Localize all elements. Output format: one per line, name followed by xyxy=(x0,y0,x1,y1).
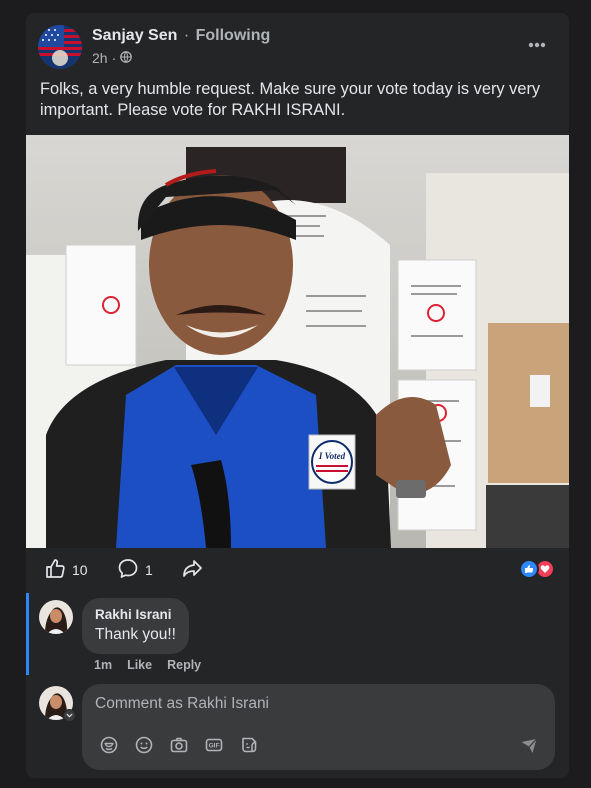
follow-status[interactable]: Following xyxy=(196,27,271,44)
avatar-sticker-icon[interactable] xyxy=(98,734,119,755)
camera-icon[interactable] xyxy=(168,734,189,755)
separator-dot: · xyxy=(111,50,117,66)
reaction-summary[interactable] xyxy=(519,559,555,579)
comment-text: Thank you!! xyxy=(95,626,176,643)
comment-highlight-bar xyxy=(26,593,29,675)
comment-meta: 1m Like Reply xyxy=(94,658,201,672)
sticker-icon[interactable] xyxy=(238,734,259,755)
like-count: 10 xyxy=(72,561,88,578)
commenter-avatar[interactable] xyxy=(39,600,73,634)
like-button[interactable]: 10 xyxy=(44,557,88,582)
post-time[interactable]: 2h xyxy=(92,50,108,66)
like-reaction-icon xyxy=(519,559,539,579)
comment-reply-button[interactable]: Reply xyxy=(167,658,201,672)
post-photo[interactable]: I Voted xyxy=(26,135,569,548)
commenter-name[interactable]: Rakhi Israni xyxy=(95,607,176,622)
comment-like-button[interactable]: Like xyxy=(127,658,152,672)
composer-avatar[interactable] xyxy=(39,686,76,722)
author-line: Sanjay Sen · Following xyxy=(92,27,270,45)
comment-bubble: Rakhi Israni Thank you!! xyxy=(82,598,189,654)
comment-item: Rakhi Israni Thank you!! 1m Like Reply xyxy=(26,593,569,677)
chevron-down-icon[interactable] xyxy=(63,709,76,722)
action-bar: 10 1 xyxy=(26,553,569,589)
gif-icon[interactable]: GIF xyxy=(203,734,224,755)
post-card: Sanjay Sen · Following 2h · Folks, a ver… xyxy=(26,13,569,778)
comment-count: 1 xyxy=(145,561,153,578)
post-text: Folks, a very humble request. Make sure … xyxy=(40,80,541,119)
share-icon xyxy=(181,557,203,582)
emoji-icon[interactable] xyxy=(133,734,154,755)
comment-icon xyxy=(117,557,139,582)
author-avatar[interactable] xyxy=(38,25,82,69)
comment-composer: GIF xyxy=(82,684,555,770)
comment-input[interactable] xyxy=(95,692,535,716)
globe-icon xyxy=(120,50,133,66)
author-name[interactable]: Sanjay Sen xyxy=(92,27,177,44)
share-button[interactable] xyxy=(181,557,203,582)
post-meta: 2h · xyxy=(92,50,133,66)
send-icon[interactable] xyxy=(519,736,539,756)
svg-text:GIF: GIF xyxy=(208,742,219,749)
sticker-label: I Voted xyxy=(318,451,346,461)
separator-dot: · xyxy=(183,27,190,44)
comment-button[interactable]: 1 xyxy=(117,557,153,582)
more-options-icon[interactable] xyxy=(525,33,549,57)
comment-time[interactable]: 1m xyxy=(94,658,112,672)
like-icon xyxy=(44,557,66,582)
post-header: Sanjay Sen · Following 2h · xyxy=(26,13,569,77)
composer-tools: GIF xyxy=(98,734,259,755)
